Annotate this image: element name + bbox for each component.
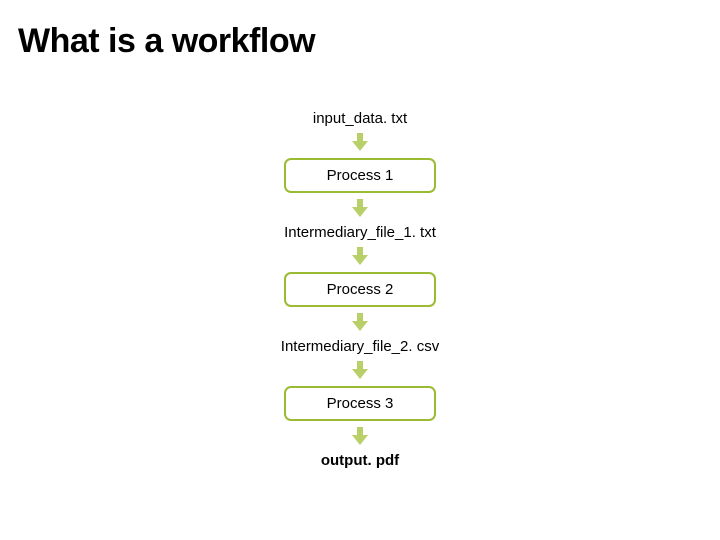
file-label-1: Intermediary_file_1. txt <box>284 224 436 241</box>
process-box-1: Process 1 <box>284 158 436 193</box>
file-label-2: Intermediary_file_2. csv <box>281 338 439 355</box>
down-arrow-icon <box>350 313 370 331</box>
down-arrow-icon <box>350 199 370 217</box>
slide: What is a workflow input_data. txt Proce… <box>0 0 720 540</box>
process-box-2: Process 2 <box>284 272 436 307</box>
file-label-input: input_data. txt <box>313 110 407 127</box>
down-arrow-icon <box>350 133 370 151</box>
workflow-diagram: input_data. txt Process 1 Intermediary_f… <box>0 108 720 471</box>
file-label-output: output. pdf <box>321 452 399 469</box>
down-arrow-icon <box>350 247 370 265</box>
down-arrow-icon <box>350 427 370 445</box>
slide-title: What is a workflow <box>18 22 315 61</box>
down-arrow-icon <box>350 361 370 379</box>
process-box-3: Process 3 <box>284 386 436 421</box>
